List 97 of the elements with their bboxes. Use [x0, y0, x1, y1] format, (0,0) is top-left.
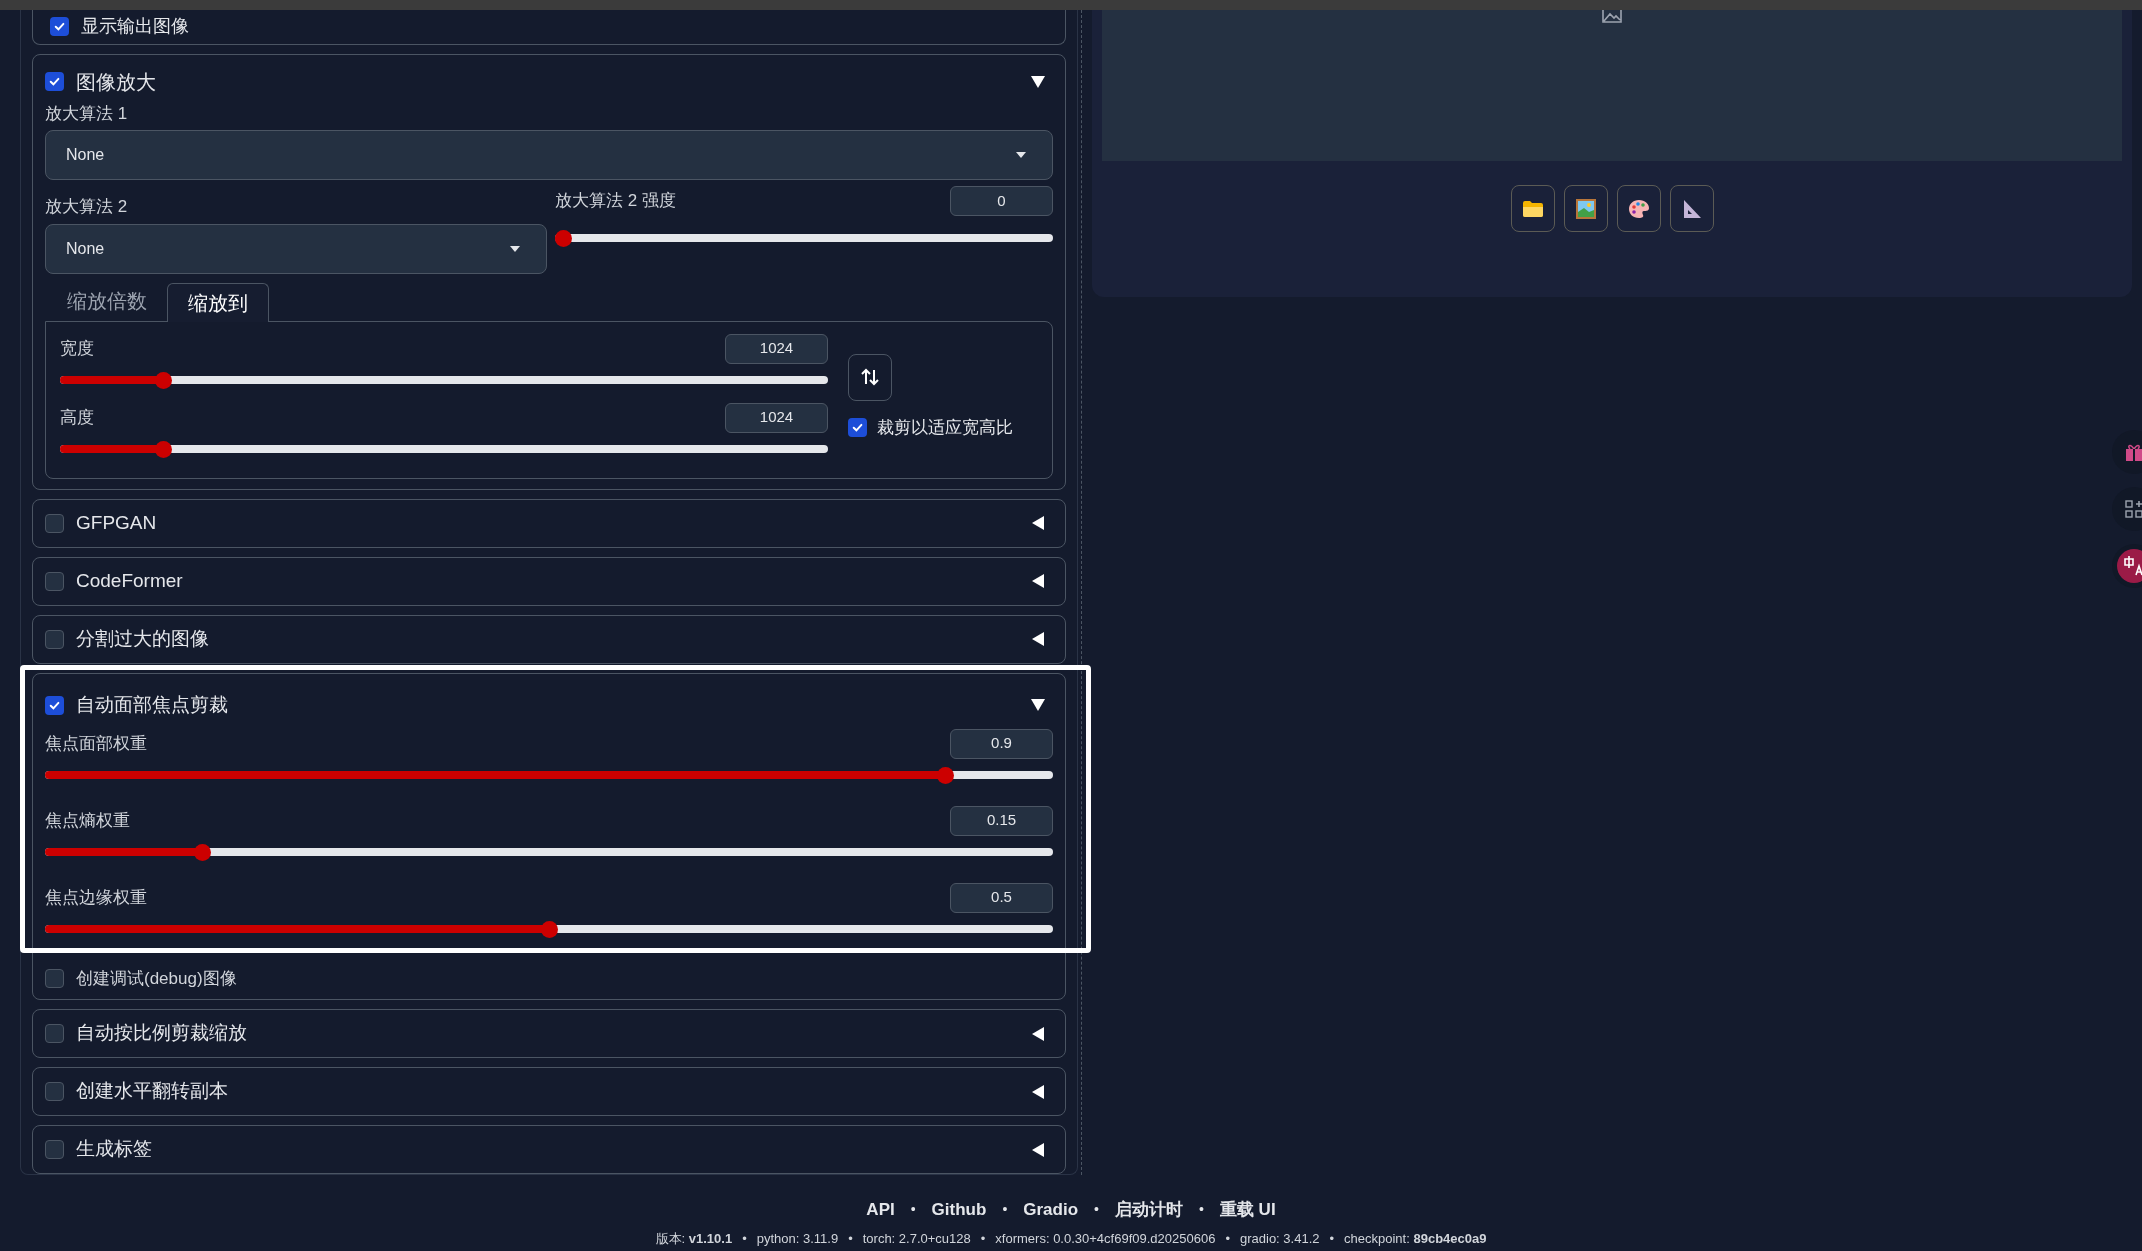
separator-dot: • [1199, 1200, 1204, 1220]
separator-dot: • [1225, 1229, 1230, 1248]
slider-track[interactable] [45, 766, 1053, 784]
slider-track[interactable] [60, 371, 828, 389]
caret-icon [510, 245, 520, 252]
translate-icon [2117, 549, 2142, 583]
slider-label: 焦点熵权重 [45, 809, 130, 832]
checkbox[interactable] [45, 1140, 64, 1159]
version-info: checkpoint: 89cb4ec0a9 [1344, 1229, 1487, 1248]
number-field[interactable]: 1024 [725, 333, 828, 364]
footer-link[interactable]: API [866, 1197, 895, 1223]
footer-link[interactable]: 重载 UI [1219, 1197, 1276, 1223]
checkbox[interactable] [45, 1024, 64, 1043]
field-label: 放大算法 2 [45, 196, 129, 218]
palette-icon [1627, 198, 1650, 219]
separator-dot: • [1329, 1229, 1335, 1248]
dropdown[interactable]: None [45, 223, 547, 274]
number-field[interactable]: 1024 [725, 402, 828, 433]
grid-plus-icon [2125, 500, 2142, 518]
separator-dot: • [980, 1229, 986, 1248]
slider-track[interactable] [45, 920, 1053, 938]
slider-track[interactable] [45, 843, 1053, 861]
separator-dot: • [1002, 1200, 1008, 1220]
checkbox[interactable] [45, 629, 64, 649]
accordion-title[interactable]: GFPGAN [76, 508, 157, 538]
slider-track[interactable] [555, 230, 1053, 247]
folder-icon [1521, 199, 1544, 218]
checkbox[interactable] [45, 571, 64, 591]
number-field[interactable]: 0.9 [950, 728, 1053, 759]
number-field[interactable]: 0.5 [950, 882, 1053, 913]
checkbox-label: 显示输出图像 [81, 15, 189, 39]
slider-track[interactable] [60, 440, 828, 458]
checkbox-label: 创建调试(debug)图像 [76, 967, 237, 990]
framed-picture-icon [1575, 198, 1596, 219]
expand-triangle-icon[interactable] [1031, 1142, 1045, 1157]
slider-label: 焦点面部权重 [45, 732, 147, 755]
accordion-title[interactable]: 创建水平翻转副本 [76, 1077, 228, 1106]
swap-arrows-icon [860, 367, 880, 387]
checkbox[interactable] [50, 17, 69, 37]
check-icon [53, 20, 66, 34]
checkbox[interactable] [45, 513, 64, 533]
separator-dot: • [848, 1229, 853, 1248]
image-icon [1601, 10, 1623, 24]
number-field[interactable]: 0 [950, 186, 1053, 216]
accordion-title[interactable]: 生成标签 [76, 1135, 152, 1164]
dropdown[interactable]: None [45, 130, 1053, 180]
swap-button[interactable] [848, 353, 892, 401]
slider-label: 宽度 [60, 337, 94, 360]
accordion-title[interactable]: 自动按比例剪裁缩放 [76, 1019, 247, 1048]
version-info: xformers: 0.0.30+4cf69f09.d20250606 [995, 1229, 1216, 1248]
collapse-triangle-icon[interactable] [1031, 698, 1045, 712]
slider-thumb[interactable] [155, 440, 173, 458]
slider-thumb[interactable] [936, 766, 954, 784]
slider-label: 放大算法 2 强度 [555, 190, 676, 213]
checkbox[interactable] [45, 1082, 64, 1101]
section-title[interactable]: 图像放大 [76, 66, 156, 97]
version-info: 版本: v1.10.1 [655, 1229, 733, 1248]
expand-triangle-icon[interactable] [1031, 1026, 1045, 1041]
gift-icon [2124, 442, 2142, 462]
ruler-button[interactable] [1669, 185, 1714, 232]
accordion-title[interactable]: 分割过大的图像 [76, 624, 209, 654]
version-info: gradio: 3.41.2 [1240, 1229, 1320, 1248]
checkbox[interactable] [45, 695, 64, 715]
caret-icon [1016, 152, 1026, 158]
tab[interactable]: 缩放倍数 [47, 281, 167, 321]
tab[interactable]: 缩放到 [167, 282, 269, 322]
checkbox[interactable] [45, 72, 64, 91]
separator-dot: • [910, 1200, 916, 1220]
field-label: 放大算法 1 [45, 102, 129, 125]
expand-triangle-icon[interactable] [1031, 574, 1045, 588]
collapse-triangle-icon[interactable] [1031, 74, 1045, 89]
footer-link[interactable]: Github [931, 1197, 987, 1223]
checkbox[interactable] [45, 968, 64, 988]
palette-button[interactable] [1616, 185, 1661, 232]
expand-triangle-icon[interactable] [1031, 632, 1045, 646]
footer-link[interactable]: Gradio [1023, 1197, 1079, 1223]
slider-thumb[interactable] [540, 920, 558, 938]
version-info: torch: 2.7.0+cu128 [862, 1229, 971, 1248]
slider-thumb[interactable] [193, 843, 211, 861]
slider-thumb[interactable] [555, 230, 572, 247]
checkbox-label: 裁剪以适应宽高比 [877, 416, 1013, 439]
slider-label: 焦点边缘权重 [45, 886, 147, 909]
slider-label: 高度 [60, 406, 94, 429]
checkbox[interactable] [848, 417, 867, 437]
separator-dot: • [742, 1229, 747, 1248]
version-info: python: 3.11.9 [756, 1229, 839, 1248]
accordion-title[interactable]: CodeFormer [76, 566, 183, 596]
footer-link[interactable]: 启动计时 [1115, 1197, 1183, 1223]
accordion-title[interactable]: 自动面部焦点剪裁 [76, 690, 228, 720]
separator-dot: • [1094, 1200, 1099, 1220]
number-field[interactable]: 0.15 [950, 805, 1053, 836]
image-button[interactable] [1563, 185, 1608, 232]
expand-triangle-icon[interactable] [1031, 1084, 1045, 1099]
check-icon [48, 75, 61, 88]
expand-triangle-icon[interactable] [1031, 516, 1045, 530]
folder-button[interactable] [1510, 185, 1555, 232]
slider-thumb[interactable] [155, 371, 173, 389]
